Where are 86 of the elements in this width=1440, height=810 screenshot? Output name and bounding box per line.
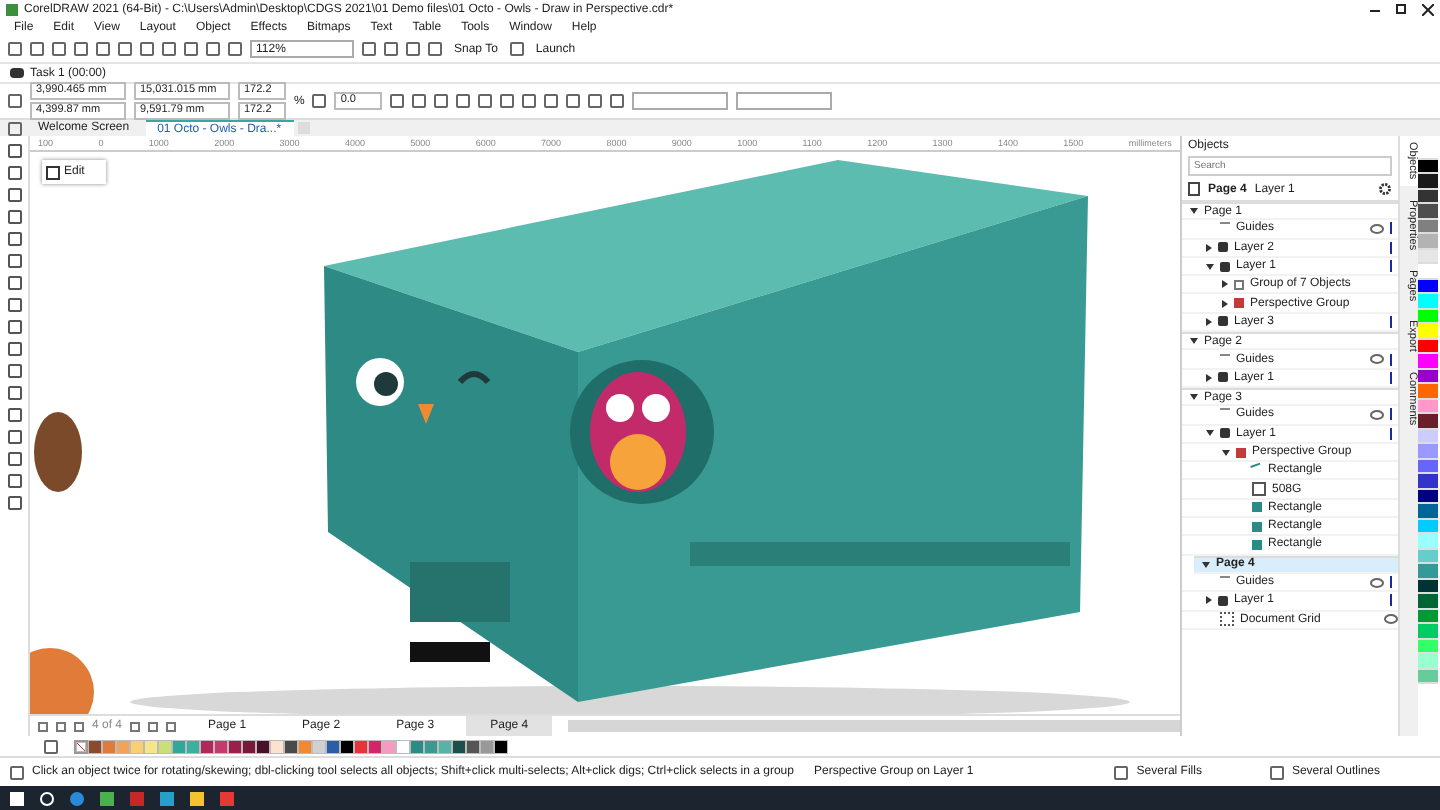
perspective-icon — [1236, 447, 1246, 457]
color-swatch[interactable] — [326, 739, 340, 753]
color-swatch[interactable] — [1418, 594, 1438, 609]
color-swatch[interactable] — [116, 739, 130, 753]
color-swatch[interactable] — [284, 739, 298, 753]
color-swatch[interactable] — [1418, 354, 1438, 369]
browser-icon[interactable] — [70, 791, 84, 805]
color-swatch[interactable] — [396, 739, 410, 753]
collapsed-icon[interactable] — [1222, 299, 1228, 308]
collapsed-icon[interactable] — [1206, 596, 1212, 605]
eye-icon[interactable] — [1369, 577, 1383, 588]
color-swatch[interactable] — [382, 739, 396, 753]
color-swatch[interactable] — [256, 739, 270, 753]
color-swatch[interactable] — [1418, 444, 1438, 459]
color-swatch[interactable] — [88, 739, 102, 753]
eye-icon[interactable] — [1369, 354, 1383, 365]
color-swatch[interactable] — [242, 739, 256, 753]
eye-icon[interactable] — [1369, 223, 1383, 234]
color-swatch[interactable] — [270, 739, 284, 753]
color-swatch[interactable] — [312, 739, 326, 753]
color-swatch[interactable] — [172, 739, 186, 753]
color-swatch[interactable] — [410, 739, 424, 753]
page-icon — [1188, 182, 1200, 196]
printer-icon — [1218, 372, 1228, 383]
color-swatch[interactable] — [1418, 414, 1438, 429]
maximize-icon[interactable] — [1396, 4, 1406, 14]
color-swatch[interactable] — [1418, 174, 1438, 189]
collapsed-icon[interactable] — [1206, 243, 1212, 252]
color-swatch[interactable] — [130, 739, 144, 753]
color-swatch[interactable] — [102, 739, 116, 753]
task-icon[interactable] — [10, 68, 24, 78]
printer-icon — [1218, 595, 1228, 606]
color-swatch[interactable] — [1418, 324, 1438, 339]
color-swatch[interactable] — [1418, 654, 1438, 669]
color-swatch[interactable] — [1418, 504, 1438, 519]
color-swatch[interactable] — [1418, 474, 1438, 489]
expanded-icon[interactable] — [1190, 208, 1198, 215]
color-swatch[interactable] — [1418, 204, 1438, 219]
expanded-icon[interactable] — [1206, 263, 1214, 270]
color-swatch[interactable] — [298, 739, 312, 753]
color-swatch[interactable] — [1418, 534, 1438, 549]
search-icon[interactable] — [40, 791, 54, 805]
color-swatch[interactable] — [214, 739, 228, 753]
expanded-icon[interactable] — [1190, 394, 1198, 401]
app-logo-icon — [6, 4, 18, 16]
no-color-swatch[interactable] — [74, 739, 88, 753]
app-icon[interactable] — [160, 791, 174, 805]
app-icon[interactable] — [220, 791, 234, 805]
color-swatch[interactable] — [1418, 564, 1438, 579]
color-swatch[interactable] — [424, 739, 438, 753]
expanded-icon[interactable] — [1206, 430, 1214, 437]
windows-icon[interactable] — [10, 791, 24, 805]
color-swatch[interactable] — [354, 739, 368, 753]
collapsed-icon[interactable] — [1206, 317, 1212, 326]
color-swatch[interactable] — [144, 739, 158, 753]
color-swatch[interactable] — [1418, 294, 1438, 309]
text-icon — [1252, 482, 1266, 497]
app-icon[interactable] — [100, 791, 114, 805]
color-swatch[interactable] — [438, 739, 452, 753]
color-swatch[interactable] — [200, 739, 214, 753]
color-swatch[interactable] — [368, 739, 382, 753]
printer-icon — [1218, 316, 1228, 327]
eye-icon[interactable] — [1369, 409, 1383, 420]
color-swatch[interactable] — [228, 739, 242, 753]
color-swatch[interactable] — [1418, 234, 1438, 249]
horizontal-scrollbar[interactable] — [568, 720, 1180, 732]
color-swatch[interactable] — [466, 739, 480, 753]
color-swatch[interactable] — [1418, 384, 1438, 399]
printer-icon — [1220, 428, 1230, 439]
app-icon[interactable] — [130, 791, 144, 805]
color-swatch[interactable] — [494, 739, 508, 753]
group-icon — [1234, 279, 1244, 290]
color-swatch[interactable] — [158, 739, 172, 753]
color-swatch[interactable] — [480, 739, 494, 753]
color-swatch[interactable] — [1418, 624, 1438, 639]
perspective-icon — [1234, 298, 1244, 309]
folder-icon[interactable] — [190, 791, 204, 805]
collapsed-icon[interactable] — [1206, 373, 1212, 382]
color-swatch[interactable] — [186, 739, 200, 753]
close-icon[interactable] — [1422, 4, 1434, 16]
expanded-icon[interactable] — [1222, 449, 1230, 455]
collapsed-icon[interactable] — [1222, 280, 1228, 289]
expanded-icon[interactable] — [1202, 561, 1210, 568]
color-swatch[interactable] — [340, 739, 354, 753]
color-swatch[interactable] — [452, 739, 466, 753]
expanded-icon[interactable] — [1190, 338, 1198, 345]
